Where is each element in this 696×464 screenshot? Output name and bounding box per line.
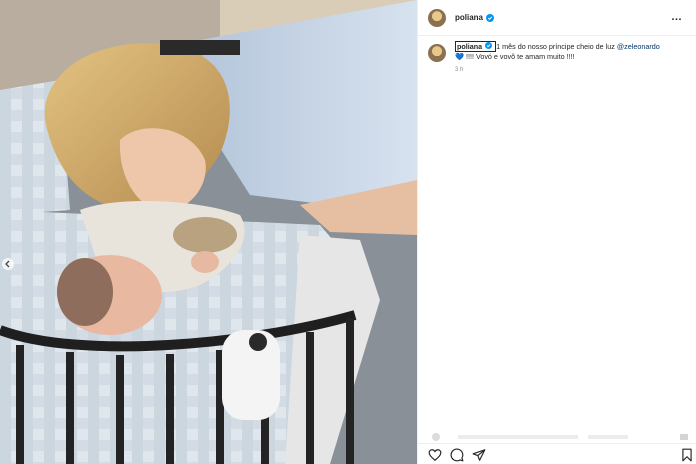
avatar[interactable]	[428, 8, 446, 27]
caption-body: poliana 1 mês do nosso príncipe cheio de…	[455, 41, 660, 75]
post-photo[interactable]	[0, 0, 417, 464]
comment-preview-row	[432, 433, 688, 441]
chevron-left-icon	[5, 260, 10, 268]
post-timestamp[interactable]: 3 h	[455, 65, 660, 75]
verified-badge-icon	[485, 42, 493, 49]
caption-text: 1 mês do nosso príncipe cheio de luz	[496, 42, 615, 51]
caption-text-2: !!!! Vovó e vovô te amam muito !!!!	[465, 52, 575, 61]
header-username[interactable]: poliana	[455, 13, 483, 22]
instagram-post-modal: poliana … poliana 1 mês do nosso príncip…	[0, 0, 696, 464]
photo-illustration	[0, 0, 417, 464]
caption: poliana 1 mês do nosso príncipe cheio de…	[428, 41, 690, 75]
verified-badge-icon	[486, 13, 495, 22]
comment-icon[interactable]	[450, 448, 464, 462]
action-bar	[418, 443, 696, 464]
heart-icon[interactable]	[428, 448, 442, 462]
caption-line-2: 💙 !!!! Vovó e vovô te amam muito !!!!	[455, 52, 660, 62]
caption-line-1: poliana 1 mês do nosso príncipe cheio de…	[455, 41, 660, 52]
caption-username[interactable]: poliana	[455, 41, 497, 52]
bookmark-icon[interactable]	[680, 448, 694, 462]
post-side-panel: poliana … poliana 1 mês do nosso príncip…	[417, 0, 696, 464]
more-options-button[interactable]: …	[671, 11, 683, 23]
previous-photo-button[interactable]	[2, 258, 14, 270]
caption-mention-link[interactable]: @zeleonardo	[617, 42, 660, 51]
caption-avatar[interactable]	[428, 44, 446, 62]
blue-heart-emoji: 💙	[455, 52, 464, 61]
caption-username-text: poliana	[457, 42, 483, 51]
post-header: poliana …	[418, 0, 696, 36]
share-icon[interactable]	[472, 448, 486, 462]
